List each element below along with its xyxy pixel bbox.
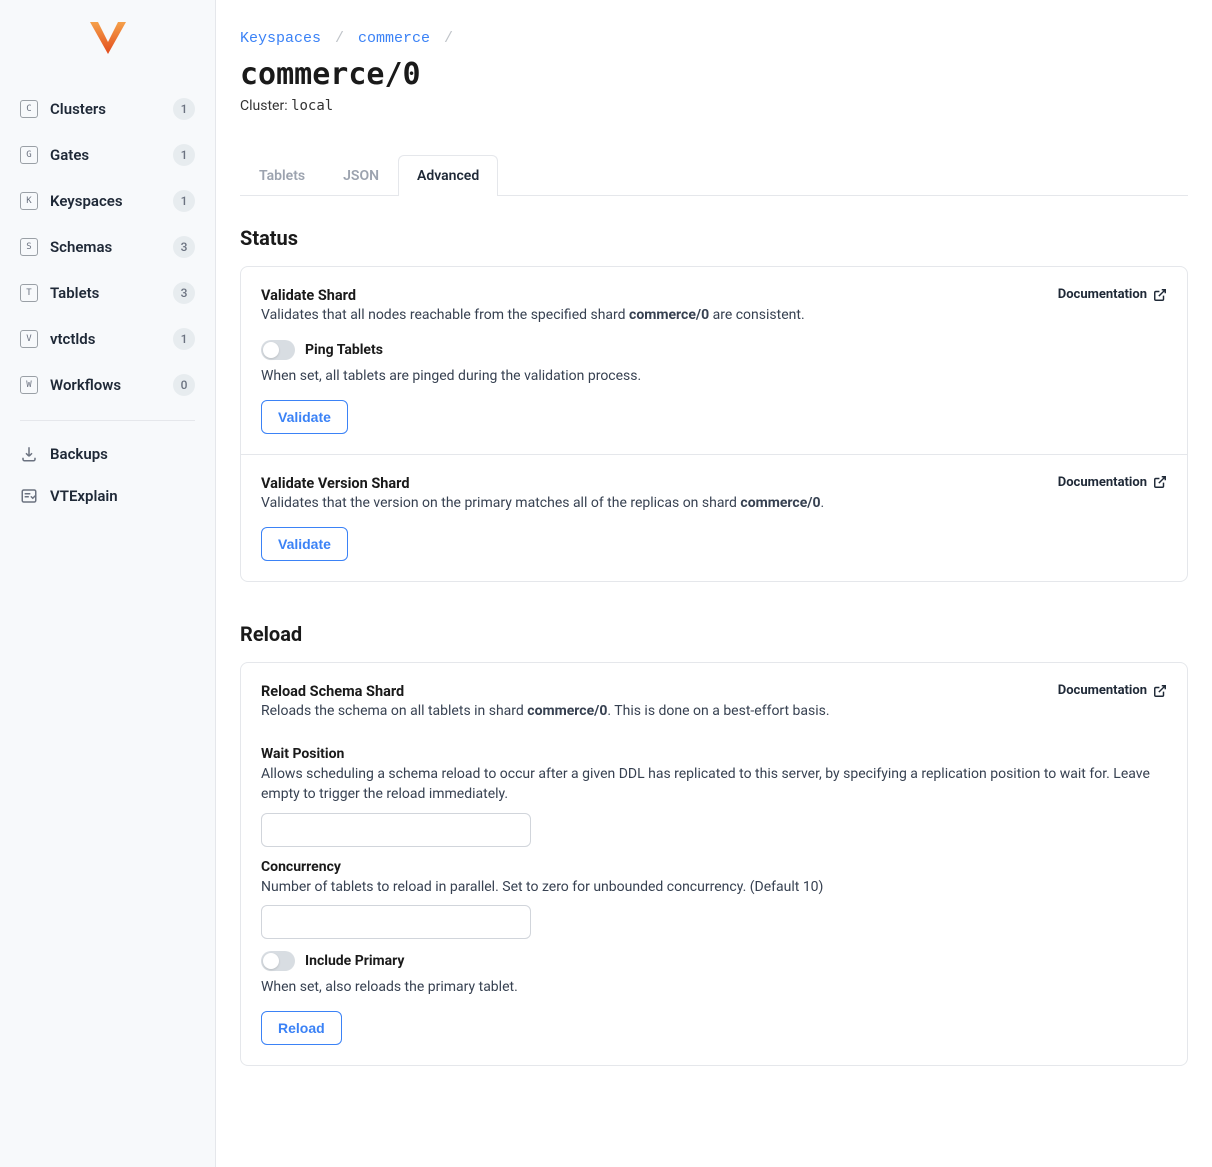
count-badge: 0 [173, 374, 195, 396]
explain-icon [20, 487, 38, 505]
gates-icon: G [20, 146, 38, 164]
include-primary-label: Include Primary [305, 953, 404, 969]
reload-card-group: Reload Schema Shard Reloads the schema o… [240, 662, 1188, 1066]
sidebar-item-label: Keyspaces [50, 192, 173, 210]
sidebar-item-workflows[interactable]: W Workflows 0 [20, 362, 195, 408]
main-content: Keyspaces / commerce / commerce/0 Cluste… [216, 0, 1212, 1167]
sidebar-item-label: Schemas [50, 238, 173, 256]
count-badge: 3 [173, 236, 195, 258]
reload-heading: Reload [240, 622, 1188, 646]
sidebar-item-keyspaces[interactable]: K Keyspaces 1 [20, 178, 195, 224]
validate-shard-title: Validate Shard [261, 287, 805, 304]
page-title: commerce/0 [240, 57, 1188, 92]
sidebar-item-label: Clusters [50, 100, 173, 118]
ping-tablets-label: Ping Tablets [305, 342, 383, 358]
validate-shard-button[interactable]: Validate [261, 400, 348, 434]
sidebar-item-schemas[interactable]: S Schemas 3 [20, 224, 195, 270]
validate-version-card: Validate Version Shard Validates that th… [241, 454, 1187, 582]
external-link-icon [1153, 684, 1167, 698]
keyspaces-icon: K [20, 192, 38, 210]
breadcrumb-sep: / [335, 30, 344, 47]
clusters-icon: C [20, 100, 38, 118]
breadcrumb-keyspaces[interactable]: Keyspaces [240, 30, 321, 47]
tab-tablets[interactable]: Tablets [240, 155, 324, 196]
reload-schema-desc: Reloads the schema on all tablets in sha… [261, 702, 830, 722]
validate-version-button[interactable]: Validate [261, 527, 348, 561]
concurrency-input[interactable] [261, 905, 531, 939]
vitess-logo-icon [88, 20, 128, 56]
count-badge: 1 [173, 98, 195, 120]
sidebar-item-clusters[interactable]: C Clusters 1 [20, 86, 195, 132]
secondary-nav: Backups VTExplain [0, 433, 215, 517]
tab-json[interactable]: JSON [324, 155, 398, 196]
validate-shard-desc: Validates that all nodes reachable from … [261, 306, 805, 326]
sidebar-item-label: Gates [50, 146, 173, 164]
count-badge: 1 [173, 328, 195, 350]
validate-version-desc: Validates that the version on the primar… [261, 494, 824, 514]
sidebar-item-label: VTExplain [50, 487, 195, 505]
validate-shard-card: Validate Shard Validates that all nodes … [241, 267, 1187, 454]
wait-position-help: Allows scheduling a schema reload to occ… [261, 764, 1167, 805]
count-badge: 1 [173, 190, 195, 212]
ping-tablets-help: When set, all tablets are pinged during … [261, 366, 1167, 386]
logo [0, 20, 215, 86]
validate-shard-doc-link[interactable]: Documentation [1058, 287, 1167, 302]
tabs: Tablets JSON Advanced [240, 154, 1188, 196]
cluster-line: Cluster: local [240, 98, 1188, 114]
include-primary-toggle[interactable] [261, 951, 295, 971]
include-primary-help: When set, also reloads the primary table… [261, 977, 1167, 997]
ping-tablets-toggle[interactable] [261, 340, 295, 360]
tablets-icon: T [20, 284, 38, 302]
sidebar-item-label: vtctlds [50, 330, 173, 348]
wait-position-input[interactable] [261, 813, 531, 847]
workflows-icon: W [20, 376, 38, 394]
reload-button[interactable]: Reload [261, 1011, 342, 1045]
wait-position-label: Wait Position [261, 746, 1167, 762]
count-badge: 1 [173, 144, 195, 166]
nav-divider [20, 420, 195, 421]
schemas-icon: S [20, 238, 38, 256]
breadcrumb-commerce[interactable]: commerce [358, 30, 430, 47]
breadcrumb-sep: / [444, 30, 453, 47]
download-icon [20, 445, 38, 463]
external-link-icon [1153, 288, 1167, 302]
sidebar-item-gates[interactable]: G Gates 1 [20, 132, 195, 178]
primary-nav: C Clusters 1 G Gates 1 K Keyspaces 1 S S… [0, 86, 215, 408]
validate-version-title: Validate Version Shard [261, 475, 824, 492]
reload-schema-title: Reload Schema Shard [261, 683, 830, 700]
sidebar-item-vtexplain[interactable]: VTExplain [20, 475, 195, 517]
cluster-value: local [291, 98, 333, 114]
sidebar-item-vtctlds[interactable]: V vtctlds 1 [20, 316, 195, 362]
validate-version-doc-link[interactable]: Documentation [1058, 475, 1167, 490]
reload-schema-doc-link[interactable]: Documentation [1058, 683, 1167, 698]
status-heading: Status [240, 226, 1188, 250]
sidebar-item-label: Tablets [50, 284, 173, 302]
sidebar-item-label: Backups [50, 445, 195, 463]
concurrency-help: Number of tablets to reload in parallel.… [261, 877, 1167, 897]
sidebar-item-backups[interactable]: Backups [20, 433, 195, 475]
reload-schema-card: Reload Schema Shard Reloads the schema o… [241, 663, 1187, 1065]
concurrency-label: Concurrency [261, 859, 1167, 875]
vtctlds-icon: V [20, 330, 38, 348]
breadcrumb: Keyspaces / commerce / [240, 30, 1188, 47]
count-badge: 3 [173, 282, 195, 304]
sidebar-item-tablets[interactable]: T Tablets 3 [20, 270, 195, 316]
sidebar: C Clusters 1 G Gates 1 K Keyspaces 1 S S… [0, 0, 216, 1167]
external-link-icon [1153, 475, 1167, 489]
tab-advanced[interactable]: Advanced [398, 155, 498, 196]
status-card-group: Validate Shard Validates that all nodes … [240, 266, 1188, 582]
cluster-label: Cluster: [240, 98, 291, 114]
sidebar-item-label: Workflows [50, 376, 173, 394]
